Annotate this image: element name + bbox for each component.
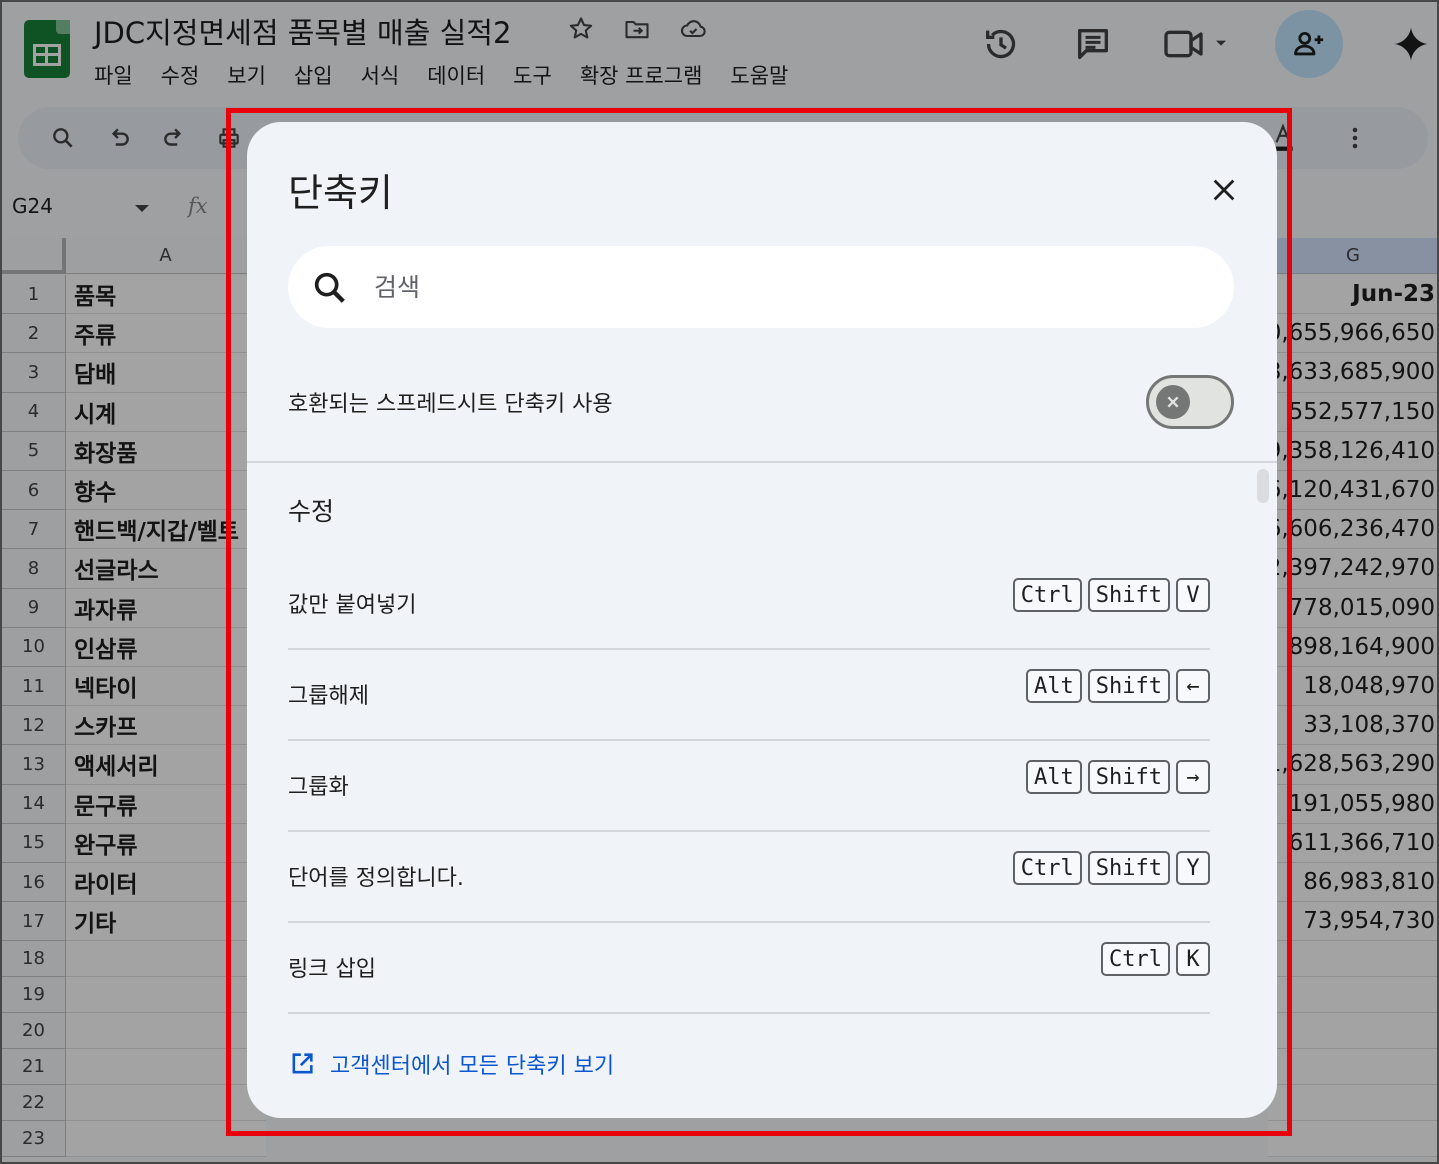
highlight-box (226, 108, 1292, 1136)
